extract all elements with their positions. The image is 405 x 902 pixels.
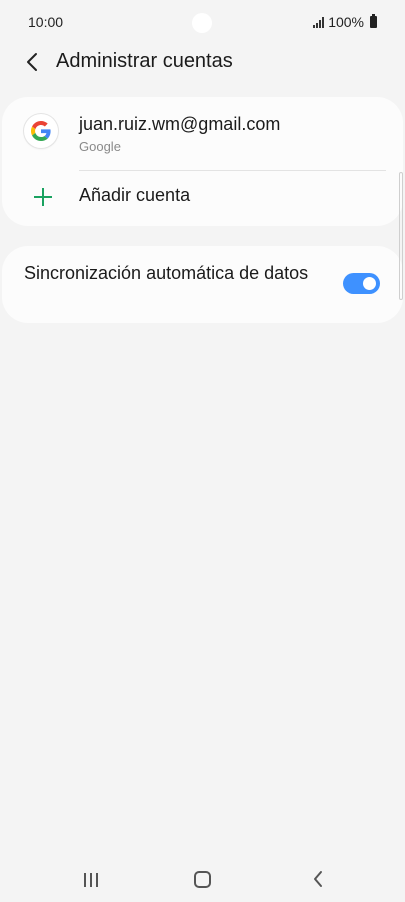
- status-indicators: 100%: [313, 14, 377, 30]
- toggle-knob: [361, 275, 378, 292]
- scroll-indicator: [399, 172, 403, 300]
- status-time: 10:00: [28, 14, 64, 30]
- auto-sync-card[interactable]: Sincronización automática de datos: [2, 246, 403, 323]
- page-title: Administrar cuentas: [56, 50, 233, 72]
- auto-sync-label: Sincronización automática de datos: [24, 263, 309, 283]
- plus-icon: [33, 187, 53, 207]
- app-header: Administrar cuentas: [0, 40, 405, 84]
- google-icon: [24, 114, 58, 148]
- battery-icon: [370, 14, 377, 28]
- auto-sync-toggle[interactable]: [343, 273, 380, 294]
- camera-cutout: [192, 13, 212, 33]
- accounts-card: juan.ruiz.wm@gmail.com Google Añadir cue…: [2, 97, 403, 226]
- back-button[interactable]: [18, 48, 46, 76]
- battery-percentage: 100%: [328, 14, 364, 30]
- signal-icon: [313, 16, 325, 28]
- recent-apps-icon[interactable]: [79, 870, 103, 890]
- home-icon[interactable]: [194, 871, 211, 888]
- account-item-google[interactable]: juan.ruiz.wm@gmail.com Google: [2, 97, 403, 169]
- add-account-button[interactable]: Añadir cuenta: [2, 173, 403, 225]
- add-account-label: Añadir cuenta: [79, 185, 191, 205]
- divider: [79, 170, 386, 171]
- account-type: Google: [79, 139, 121, 154]
- chevron-left-icon: [27, 53, 37, 71]
- navigation-bar: [0, 858, 405, 902]
- back-icon[interactable]: [308, 869, 328, 889]
- account-email: juan.ruiz.wm@gmail.com: [79, 114, 281, 134]
- status-bar: 10:00 100%: [0, 0, 405, 44]
